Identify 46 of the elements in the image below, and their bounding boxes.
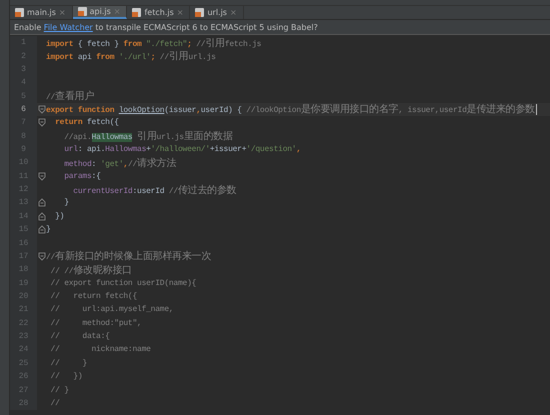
file-watcher-link[interactable]: File Watcher [44, 22, 93, 32]
code-line: // nickname:name [50, 345, 151, 354]
close-icon[interactable]: × [230, 8, 237, 17]
close-icon[interactable]: × [58, 8, 66, 17]
code-line: export function lookOption(issuer,userId) { //lookOption是你要调用接口的名字, issuer,userId是传进来的参数 [46, 102, 535, 116]
code-line: // url:api.myself_name, [50, 305, 174, 314]
notification-text: Enable File Watcher to transpile ECMAScript 6 to ECMAScript 5 using Babel? [14, 22, 318, 32]
code-line: // }) [50, 372, 82, 382]
js-file-icon [78, 7, 87, 16]
fold-marker-icon[interactable] [38, 118, 46, 128]
fold-marker-icon[interactable] [38, 212, 46, 221]
code-line: // export function userID(name){ [50, 278, 196, 288]
code-line: // return fetch({ [50, 292, 138, 301]
code-line: return fetch({ [54, 118, 119, 128]
code-line: params:{ [63, 172, 101, 181]
code-line: // [50, 398, 60, 408]
code-line: // } [50, 386, 69, 395]
code-line: // //修改昵称接口 [50, 264, 132, 277]
js-file-icon [132, 8, 142, 17]
fold-marker-icon[interactable] [38, 252, 46, 261]
code-line: // method:"put", [50, 318, 142, 328]
text-cursor [536, 104, 537, 115]
file-tab[interactable]: main.js × [10, 6, 73, 19]
fold-marker-icon[interactable] [38, 172, 46, 181]
code-line: // } [50, 358, 87, 368]
code-line: } [63, 198, 69, 208]
code-line: url: api.Hallowmas+'/halloween/'+issuer+'/question', [63, 145, 301, 154]
code-line: }) [54, 212, 64, 221]
file-tab[interactable]: fetch.js × [127, 6, 190, 19]
code-line: // data:{ [50, 332, 110, 342]
code-line: //查看用户 [46, 90, 94, 104]
code-line: import api from './url'; //引用url.js [46, 50, 216, 64]
code-line: import { fetch } from "./fetch"; //引用fetch.js [46, 37, 262, 50]
fold-marker-icon[interactable] [38, 104, 46, 114]
close-icon[interactable]: × [176, 8, 184, 17]
code-line: } [46, 225, 51, 234]
js-file-icon [15, 8, 24, 17]
code-line: //api.Hallowmas 引用url.js里面的数据 [63, 130, 233, 144]
fold-marker-icon[interactable] [38, 225, 46, 234]
file-tab[interactable]: url.js × [190, 6, 244, 19]
code-line: method: 'get',//请求方法 [63, 156, 176, 170]
code-line: //有新接口的时候像上面那样再来一次 [46, 250, 212, 264]
file-tab[interactable]: api.js × [72, 6, 128, 19]
js-file-icon [195, 8, 204, 17]
fold-marker-icon[interactable] [38, 198, 46, 208]
code-line: currentUserId:userId //传过去的参数 [72, 184, 236, 197]
